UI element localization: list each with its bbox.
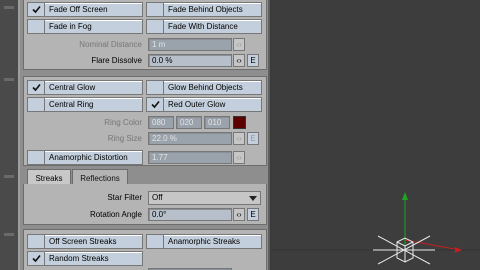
- nominal-distance-slider-arrows-icon[interactable]: ‹›: [233, 38, 245, 51]
- lens-flare-properties-window: Fade Off Screen Fade Behind Objects Fade…: [0, 0, 480, 270]
- tab-streaks[interactable]: Streaks: [27, 169, 71, 185]
- anamorphic-distortion-field[interactable]: 1.77: [148, 151, 232, 164]
- fade-in-fog-label: Fade in Fog: [49, 22, 92, 31]
- check-icon: [32, 83, 41, 92]
- fade-off-screen-toggle[interactable]: Fade Off Screen: [27, 2, 143, 17]
- ring-color-label: Ring Color: [104, 118, 142, 127]
- anamorphic-streaks-toggle[interactable]: Anamorphic Streaks: [146, 234, 262, 249]
- fade-in-fog-toggle[interactable]: Fade in Fog: [27, 19, 143, 34]
- random-streaks-label: Random Streaks: [49, 254, 109, 263]
- checkbox: [28, 98, 45, 111]
- light-null-icon: [373, 235, 435, 265]
- star-filter-value: Off: [152, 193, 163, 202]
- glow-behind-objects-label: Glow Behind Objects: [168, 83, 243, 92]
- central-ring-label: Central Ring: [49, 100, 94, 109]
- left-toolbar-strip: [0, 0, 18, 270]
- rotation-angle-field[interactable]: 0.0°: [148, 208, 232, 221]
- checkbox: [28, 3, 45, 16]
- tab-reflections[interactable]: Reflections: [72, 169, 128, 185]
- fade-with-distance-toggle[interactable]: Fade With Distance: [146, 19, 262, 34]
- nominal-distance-label: Nominal Distance: [79, 40, 142, 49]
- nominal-distance-field[interactable]: 1 m: [148, 38, 232, 51]
- dropdown-arrow-icon: [249, 196, 257, 201]
- flare-dissolve-slider-arrows-icon[interactable]: ‹›: [233, 54, 245, 67]
- fade-behind-objects-toggle[interactable]: Fade Behind Objects: [146, 2, 262, 17]
- ring-size-field[interactable]: 22.0 %: [148, 132, 232, 145]
- strip-notch: [4, 175, 14, 178]
- checkbox: [147, 235, 164, 248]
- 3d-viewport[interactable]: [272, 0, 480, 270]
- strip-notch: [4, 6, 14, 9]
- central-glow-label: Central Glow: [49, 83, 96, 92]
- rotation-angle-slider-arrows-icon[interactable]: ‹›: [233, 208, 245, 221]
- tab-strip: Streaks Reflections: [23, 169, 267, 185]
- anamorphic-distortion-toggle[interactable]: Anamorphic Distortion: [27, 150, 143, 165]
- x-axis-arrow-icon: [455, 247, 462, 253]
- ring-color-blue-field[interactable]: 010: [204, 116, 230, 129]
- random-streaks-toggle[interactable]: Random Streaks: [27, 251, 143, 266]
- streaks-tab-content: Star Filter Off Rotation Angle 0.0° ‹› E: [23, 184, 267, 225]
- anamorphic-distortion-slider-arrows-icon[interactable]: ‹›: [233, 151, 245, 164]
- flare-dissolve-field[interactable]: 0.0 %: [148, 54, 232, 67]
- fade-section: Fade Off Screen Fade Behind Objects Fade…: [23, 0, 267, 70]
- fade-behind-objects-label: Fade Behind Objects: [168, 5, 243, 14]
- red-outer-glow-toggle[interactable]: Red Outer Glow: [146, 97, 262, 112]
- checkbox: [147, 81, 164, 94]
- checkbox: [28, 81, 45, 94]
- rotation-angle-label: Rotation Angle: [89, 210, 142, 219]
- check-icon: [32, 5, 41, 14]
- flare-dissolve-label: Flare Dissolve: [91, 56, 142, 65]
- fade-with-distance-label: Fade With Distance: [168, 22, 238, 31]
- ring-size-label: Ring Size: [107, 134, 142, 143]
- glow-section: Central Glow Glow Behind Objects Central…: [23, 76, 267, 166]
- y-axis-arrow-icon: [402, 192, 408, 200]
- checkbox: [28, 252, 45, 265]
- properties-panel: Fade Off Screen Fade Behind Objects Fade…: [18, 0, 270, 270]
- fade-off-screen-label: Fade Off Screen: [49, 5, 108, 14]
- strip-notch: [4, 233, 14, 236]
- ring-size-slider-arrows-icon[interactable]: ‹›: [233, 132, 245, 145]
- star-filter-label: Star Filter: [107, 193, 142, 202]
- ring-color-green-field[interactable]: 020: [176, 116, 202, 129]
- checkbox: [147, 98, 164, 111]
- central-ring-toggle[interactable]: Central Ring: [27, 97, 143, 112]
- ring-color-red-field[interactable]: 080: [148, 116, 174, 129]
- strip-notch: [4, 78, 14, 81]
- checkbox: [147, 3, 164, 16]
- ring-color-swatch[interactable]: [233, 116, 246, 129]
- flare-dissolve-envelope-button[interactable]: E: [247, 54, 259, 67]
- check-icon: [151, 100, 160, 109]
- rotation-angle-envelope-button[interactable]: E: [247, 208, 259, 221]
- off-screen-streaks-label: Off Screen Streaks: [49, 237, 117, 246]
- red-outer-glow-label: Red Outer Glow: [168, 100, 226, 109]
- viewport-canvas: [272, 192, 480, 265]
- checkbox: [147, 20, 164, 33]
- central-glow-toggle[interactable]: Central Glow: [27, 80, 143, 95]
- anamorphic-streaks-label: Anamorphic Streaks: [168, 237, 241, 246]
- ring-size-envelope-button[interactable]: E: [247, 132, 259, 145]
- streak-options-section: Off Screen Streaks Anamorphic Streaks Ra…: [23, 229, 267, 270]
- checkbox: [28, 151, 45, 164]
- anamorphic-distortion-label: Anamorphic Distortion: [49, 153, 128, 162]
- check-icon: [32, 254, 41, 263]
- off-screen-streaks-toggle[interactable]: Off Screen Streaks: [27, 234, 143, 249]
- star-filter-select[interactable]: Off: [148, 191, 261, 205]
- checkbox: [28, 20, 45, 33]
- glow-behind-objects-toggle[interactable]: Glow Behind Objects: [146, 80, 262, 95]
- checkbox: [28, 235, 45, 248]
